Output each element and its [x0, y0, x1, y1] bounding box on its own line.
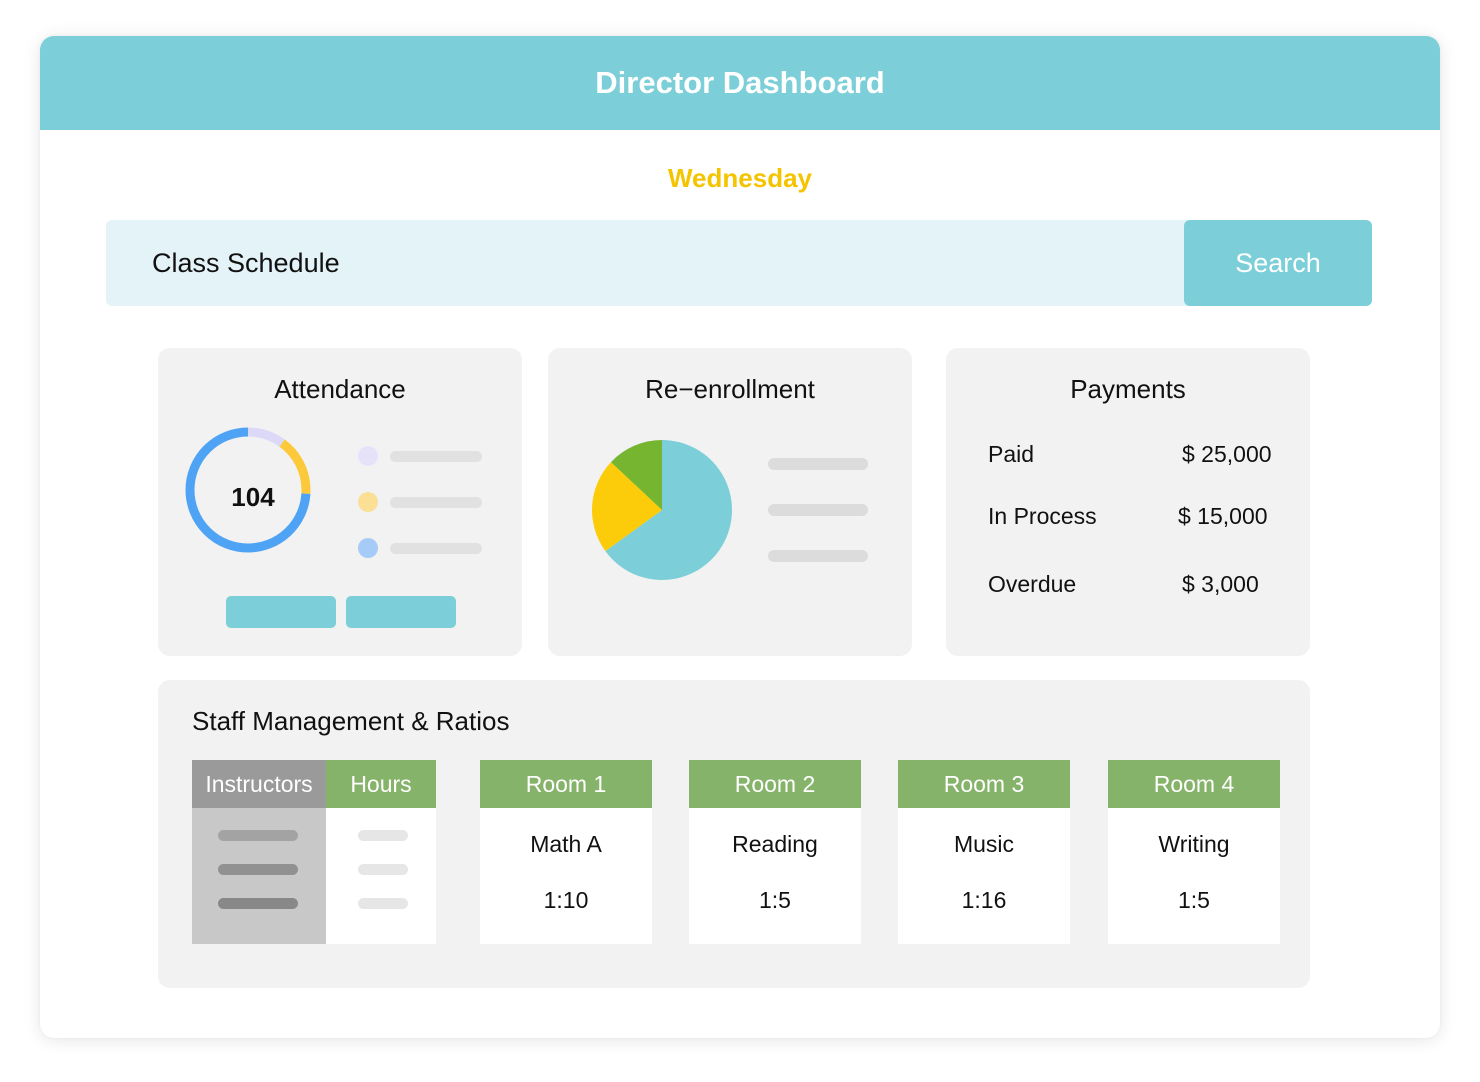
room-name: Room 2	[689, 760, 861, 808]
hours-header: Hours	[326, 760, 436, 808]
attendance-count: 104	[231, 482, 275, 512]
hours-row-1	[358, 830, 408, 841]
room-ratio: 1:10	[543, 887, 589, 913]
room-ratio: 1:16	[961, 887, 1007, 913]
room-card-2[interactable]: Room 2 Reading 1:5	[689, 760, 861, 944]
room-name: Room 4	[1108, 760, 1280, 808]
dashboard-title: Director Dashboard	[40, 36, 1440, 130]
legend-dot-2	[358, 492, 378, 512]
legend-dot-3	[358, 538, 378, 558]
payment-value-in-process: $ 15,000	[1178, 503, 1268, 529]
payment-label-paid: Paid	[988, 441, 1035, 467]
room-card-3[interactable]: Room 3 Music 1:16	[898, 760, 1070, 944]
pie-legend-line-3	[768, 550, 868, 562]
pie-legend-line-2	[768, 504, 868, 516]
attendance-donut: 104	[185, 427, 311, 553]
instructor-row-2	[218, 864, 298, 875]
room-subject: Writing	[1158, 831, 1230, 857]
legend-line-1	[390, 451, 482, 462]
payments-card: Payments Paid $ 25,000 In Process $ 15,0…	[946, 348, 1310, 656]
room-card-1[interactable]: Room 1 Math A 1:10	[480, 760, 652, 944]
room-name: Room 1	[480, 760, 652, 808]
room-card-4[interactable]: Room 4 Writing 1:5	[1108, 760, 1280, 944]
reenrollment-pie	[592, 440, 732, 580]
attendance-title: Attendance	[274, 374, 406, 404]
room-ratio: 1:5	[759, 887, 791, 913]
day-label: Wednesday	[667, 163, 812, 193]
room-name: Room 3	[898, 760, 1070, 808]
reenrollment-title: Re−enrollment	[645, 374, 815, 404]
legend-line-3	[390, 543, 482, 554]
attendance-card: Attendance 104	[158, 348, 522, 656]
payment-value-paid: $ 25,000	[1182, 441, 1272, 467]
hours-row-2	[358, 864, 408, 875]
payment-label-overdue: Overdue	[988, 571, 1077, 597]
instructor-row-1	[218, 830, 298, 841]
payment-value-overdue: $ 3,000	[1182, 571, 1259, 597]
instructor-row-3	[218, 898, 298, 909]
legend-dot-1	[358, 446, 378, 466]
search-bar[interactable]: Class Schedule Search	[106, 220, 1372, 306]
room-ratio: 1:5	[1178, 887, 1210, 913]
staff-card: Staff Management & Ratios Instructors Ho…	[158, 680, 1310, 988]
instructors-header: Instructors	[192, 760, 326, 808]
room-subject: Reading	[732, 831, 818, 857]
pie-legend-line-1	[768, 458, 868, 470]
attendance-action-button-2[interactable]	[346, 596, 456, 628]
hours-column	[326, 808, 436, 944]
reenrollment-card: Re−enrollment	[548, 348, 912, 656]
payment-label-in-process: In Process	[988, 503, 1097, 529]
legend-line-2	[390, 497, 482, 508]
staff-title: Staff Management & Ratios	[192, 706, 510, 736]
search-input[interactable]: Class Schedule	[152, 220, 340, 306]
search-button[interactable]: Search	[1184, 220, 1372, 306]
hours-row-3	[358, 898, 408, 909]
dashboard-window: Director Dashboard Wednesday Class Sched…	[40, 36, 1440, 1038]
instructors-column	[192, 808, 326, 944]
payments-title: Payments	[1070, 374, 1186, 404]
room-subject: Math A	[530, 831, 602, 857]
attendance-action-button-1[interactable]	[226, 596, 336, 628]
room-subject: Music	[953, 831, 1015, 857]
